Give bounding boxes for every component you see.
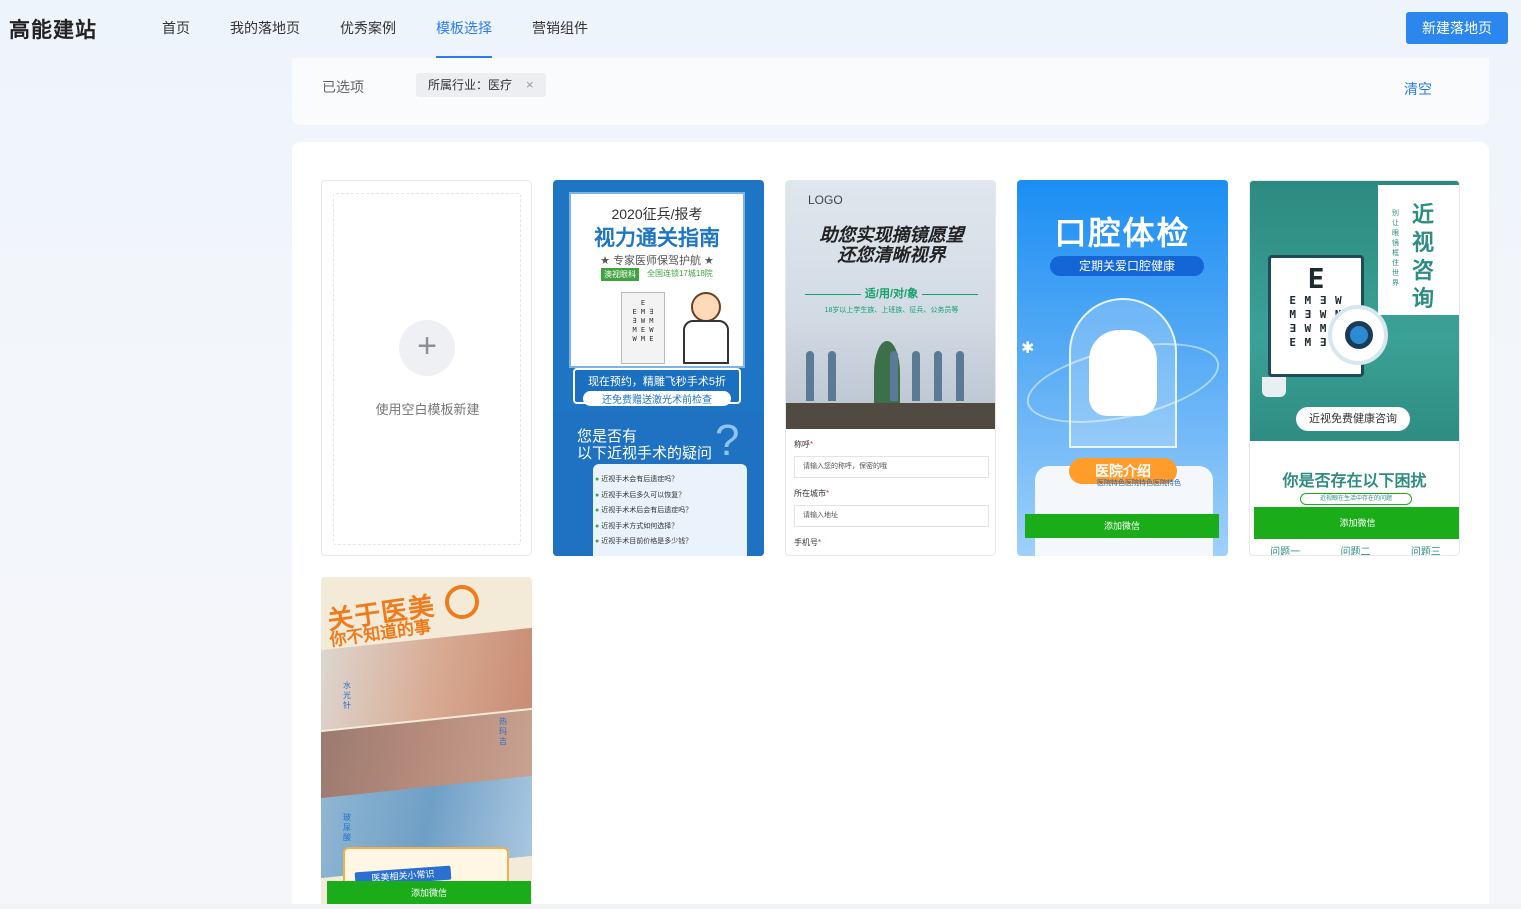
plus-icon[interactable]: + — [399, 320, 455, 376]
selected-filters-panel: 已选项 所属行业：医疗 × 清空 — [292, 58, 1489, 125]
tooth-illustration — [1089, 330, 1157, 416]
form-label: 所在城市* — [794, 488, 989, 499]
template-card-myopia-consult[interactable]: E E M ∃ W M ∃ W M ∃ W M E E M ∃ W 别让眼镜框住… — [1249, 180, 1460, 556]
question-tabs: 问题一 问题二 问题三 — [1250, 543, 1459, 556]
question-tab: 问题一 — [1270, 547, 1301, 556]
template-tag: 全国连锁17城18院 — [647, 269, 713, 278]
template-hero: E E M ∃ W M ∃ W M ∃ W M E E M ∃ W 别让眼镜框住… — [1250, 181, 1459, 441]
eye-chart-illustration: EE M ∃ ∃ W MM E WW M E — [621, 292, 665, 364]
question-item: 近视手术后多久可以恢复？ — [595, 488, 747, 504]
form-label-text: 称呼 — [794, 440, 810, 449]
doctor-illustration — [683, 320, 729, 364]
eyeball-iris — [1345, 321, 1373, 349]
page-bottom-border — [0, 904, 1521, 909]
template-card-vision-guide[interactable]: 2020征兵/报考 视力通关指南 ★ 专家医师保驾护航 ★ 澳视眼科 全国连锁1… — [553, 180, 764, 556]
form-label: 手机号* — [794, 537, 989, 548]
question-title: 您是否有 以下近视手术的疑问 — [577, 428, 713, 462]
template-card-oral-checkup[interactable]: 口腔体检 定期关爱口腔健康 ✱ 医院介绍 医院特色医院特色医院特色 添加微信 — [1017, 180, 1228, 556]
template-subtitle: 2020征兵/报考 — [611, 206, 703, 222]
side-label: 热玛吉 — [499, 717, 507, 746]
add-wechat-button: 添加微信 — [1254, 507, 1459, 539]
template-note: ★ 专家医师保驾护航 ★ — [600, 255, 714, 267]
form-label-text: 手机号 — [794, 538, 818, 547]
template-form: 称呼* 请输入您的称呼，保密的哦 所在城市* 请输入地址 手机号* — [786, 429, 995, 548]
add-wechat-button: 添加微信 — [1025, 514, 1219, 538]
question-item: 近视手术术后会有后遗症吗？ — [595, 503, 747, 519]
question-tab: 问题三 — [1410, 547, 1441, 556]
form-input: 请输入地址 — [794, 505, 989, 527]
person-illustration — [828, 351, 836, 401]
person-illustration — [956, 351, 964, 401]
top-navbar: 高能建站 首页 我的落地页 优秀案例 模板选择 营销组件 新建落地页 — [0, 0, 1521, 58]
person-illustration — [890, 351, 898, 401]
nav-item-templates[interactable]: 模板选择 — [436, 0, 492, 58]
side-label: 水光针 — [343, 681, 351, 710]
required-mark: * — [818, 538, 822, 547]
promo-text: 现在预约，精雕飞秒手术5折 — [587, 376, 727, 388]
nav-item-home[interactable]: 首页 — [162, 0, 190, 58]
close-icon[interactable]: × — [526, 73, 534, 97]
template-grid: + 使用空白模板新建 2020征兵/报考 视力通关指南 ★ 专家医师保驾护航 ★… — [292, 142, 1489, 909]
sparkle-icon: ✱ — [1021, 340, 1035, 357]
form-label: 称呼* — [794, 439, 989, 450]
template-tag: 澳视眼科 — [601, 268, 639, 281]
doctor-illustration — [691, 292, 721, 322]
question-tab: 问题二 — [1340, 547, 1371, 556]
floor-illustration — [786, 403, 995, 429]
question-title: 你是否存在以下困扰 — [1282, 473, 1427, 490]
intro-text: 医院特色医院特色医院特色 — [1097, 480, 1181, 487]
selected-label: 已选项 — [322, 79, 364, 95]
question-section: 您是否有 以下近视手术的疑问 ? 近视手术会有后遗症吗？ 近视手术后多久可以恢复… — [553, 412, 764, 556]
person-illustration — [912, 351, 920, 401]
chart-letter: E — [1307, 262, 1325, 295]
person-illustration — [806, 351, 814, 401]
template-title: 近视咨询 — [1412, 202, 1435, 311]
title-panel: 别让眼镜框住世界 近视咨询 — [1378, 185, 1459, 315]
template-title: 视力通关指南 — [594, 227, 720, 250]
question-item: 近视手术目前价格是多少钱？ — [595, 534, 747, 550]
consult-pill: 近视免费健康咨询 — [1296, 407, 1410, 431]
question-item: 近视手术方式如何选择？ — [595, 519, 747, 535]
template-audience: 18岁以上学生族、上班族、征兵、公务员等 — [824, 307, 959, 314]
form-input: 请输入您的称呼，保密的哦 — [794, 456, 989, 478]
nav-item-cases[interactable]: 优秀案例 — [340, 0, 396, 58]
question-subtitle: 近视眼在生活中存在的问题 — [1300, 493, 1412, 505]
person-illustration — [934, 351, 942, 401]
new-landing-page-button[interactable]: 新建落地页 — [1406, 12, 1508, 44]
template-poster: 2020征兵/报考 视力通关指南 ★ 专家医师保驾护航 ★ 澳视眼科 全国连锁1… — [569, 192, 745, 368]
required-mark: * — [826, 489, 830, 498]
promo-banner: 现在预约，精雕飞秒手术5折 还免费赠送激光术前检查 — [573, 368, 741, 406]
filter-tag-industry: 所属行业：医疗 × — [416, 73, 546, 97]
filter-tag-label: 所属行业：医疗 — [428, 78, 513, 92]
template-title: 口腔体检 — [1054, 215, 1191, 251]
template-subtitle: 别让眼镜框住世界 — [1392, 210, 1399, 287]
main-nav: 首页 我的落地页 优秀案例 模板选择 营销组件 — [162, 0, 628, 58]
magnifier-icon — [445, 585, 479, 619]
required-mark: * — [810, 440, 814, 449]
template-card-eyeglass-free[interactable]: LOGO 助您实现摘镜愿望 还您清晰视界 适/用/对/象 18岁以上学生族、上班… — [785, 180, 996, 556]
form-label-text: 所在城市 — [794, 489, 826, 498]
template-logo: LOGO — [808, 193, 843, 207]
clear-filters-link[interactable]: 清空 — [1404, 79, 1432, 99]
template-card-medical-aesthetics[interactable]: 关于医美 你不知道的事 水光针 热玛吉 玻尿酸 医美相关小常识 添加微信 — [321, 577, 532, 905]
side-label: 玻尿酸 — [343, 813, 351, 842]
question-list: 近视手术会有后遗症吗？ 近视手术后多久可以恢复？ 近视手术术后会有后遗症吗？ 近… — [593, 464, 747, 556]
add-wechat-button: 添加微信 — [327, 881, 531, 905]
plant-pot-illustration — [1262, 377, 1286, 397]
blank-template-label: 使用空白模板新建 — [375, 402, 480, 417]
question-item: 近视手术会有后遗症吗？ — [595, 472, 747, 488]
site-logo[interactable]: 高能建站 — [9, 14, 97, 44]
template-section-label: 适/用/对/象 — [786, 285, 995, 301]
people-illustration — [806, 351, 964, 401]
template-hero: LOGO 助您实现摘镜愿望 还您清晰视界 适/用/对/象 18岁以上学生族、上班… — [786, 181, 995, 429]
promo-subtext: 还免费赠送激光术前检查 — [583, 391, 731, 406]
nav-item-my-pages[interactable]: 我的落地页 — [230, 0, 300, 58]
template-slogan: 定期关爱口腔健康 — [1050, 256, 1204, 276]
blank-template-card[interactable]: + 使用空白模板新建 — [321, 180, 532, 556]
nav-item-marketing[interactable]: 营销组件 — [532, 0, 588, 58]
template-headline: 助您实现摘镜愿望 还您清晰视界 — [819, 225, 964, 265]
question-mark-icon: ? — [715, 416, 740, 465]
